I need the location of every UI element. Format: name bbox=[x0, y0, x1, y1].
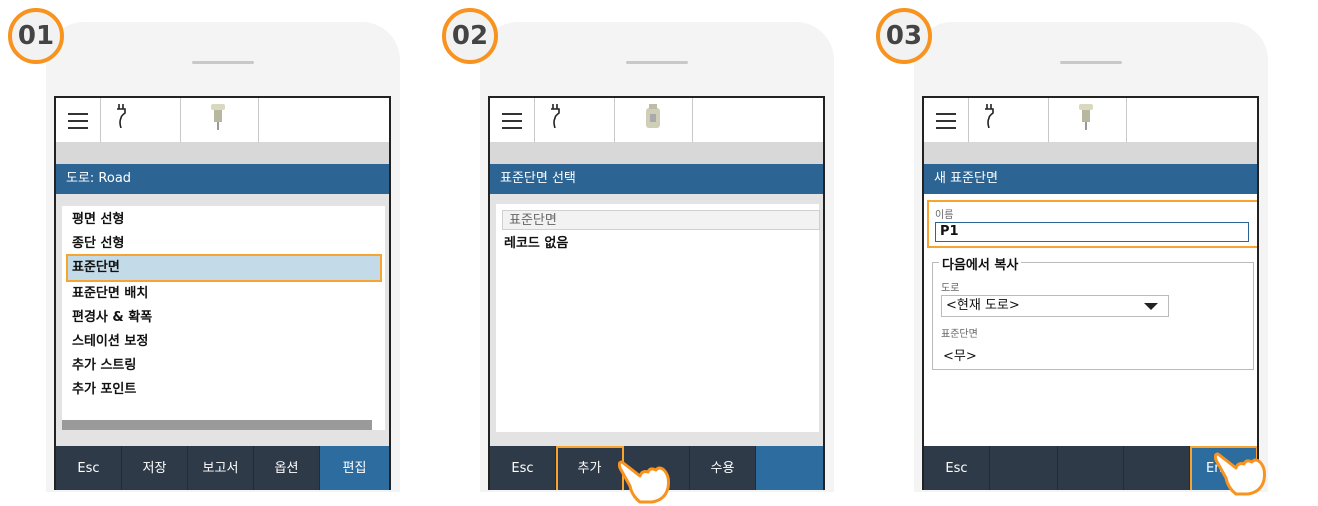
pointing-hand-icon bbox=[618, 460, 670, 504]
step-badge: 03 bbox=[876, 8, 932, 64]
step-panel-2: 02 표준단면 선택 표준단면 레코드 없음 Esc 추가 수용 bbox=[434, 0, 844, 506]
instrument-status[interactable] bbox=[180, 98, 259, 142]
bottom-button-bar: Esc 저장 보고서 옵션 편집 bbox=[56, 446, 389, 490]
list-item[interactable]: 표준단면 배치 bbox=[68, 282, 380, 306]
connection-status[interactable] bbox=[968, 98, 1049, 142]
sub-toolbar bbox=[924, 142, 1257, 164]
copy-from-group: 다음에서 복사 도로 <현재 도로> 표준단면 <무> bbox=[932, 254, 1254, 370]
step-badge: 01 bbox=[8, 8, 64, 64]
save-button[interactable]: 저장 bbox=[122, 446, 188, 490]
copy-from-title: 다음에서 복사 bbox=[939, 254, 1022, 273]
empty-button[interactable] bbox=[1058, 446, 1124, 490]
menu-button[interactable] bbox=[490, 98, 535, 142]
receiver-icon bbox=[646, 104, 660, 128]
status-toolbar bbox=[924, 98, 1257, 143]
step-panel-1: 01 도로: Road 평면 선형 종단 선형 표준단면 표준단면 배치 편경사… bbox=[0, 0, 410, 506]
device-screen: 표준단면 선택 표준단면 레코드 없음 Esc 추가 수용 bbox=[488, 96, 825, 490]
phone-frame: 새 표준단면 이름 P1 다음에서 복사 도로 <현재 도로> 표준단면 <무> bbox=[914, 22, 1268, 492]
bottom-button-bar: Esc Enter bbox=[924, 446, 1257, 490]
pointing-hand-icon bbox=[1214, 452, 1266, 496]
add-button[interactable]: 추가 bbox=[556, 446, 624, 490]
road-menu-list: 평면 선형 종단 선형 표준단면 표준단면 배치 편경사 & 확폭 스테이션 보… bbox=[62, 206, 385, 430]
receiver-icon bbox=[1079, 104, 1093, 130]
menu-button[interactable] bbox=[56, 98, 101, 142]
blank-blue-button[interactable] bbox=[756, 446, 823, 490]
speaker-icon bbox=[192, 61, 254, 64]
esc-button[interactable]: Esc bbox=[924, 446, 990, 490]
screen-title: 새 표준단면 bbox=[924, 164, 1257, 194]
instrument-status[interactable] bbox=[614, 98, 693, 142]
step-badge: 02 bbox=[442, 8, 498, 64]
accept-button[interactable]: 수용 bbox=[690, 446, 756, 490]
road-select[interactable]: <현재 도로> bbox=[941, 295, 1169, 317]
device-screen: 도로: Road 평면 선형 종단 선형 표준단면 표준단면 배치 편경사 & … bbox=[54, 96, 391, 490]
screen-body: 이름 P1 다음에서 복사 도로 <현재 도로> 표준단면 <무> bbox=[924, 194, 1257, 446]
list-item[interactable]: 종단 선형 bbox=[68, 232, 380, 256]
phone-frame: 표준단면 선택 표준단면 레코드 없음 Esc 추가 수용 bbox=[480, 22, 834, 492]
list-item[interactable]: 스테이션 보정 bbox=[68, 330, 380, 354]
list-item-selected[interactable]: 표준단면 bbox=[66, 254, 382, 282]
menu-icon bbox=[68, 113, 88, 134]
name-label: 이름 bbox=[935, 210, 954, 221]
menu-icon bbox=[936, 113, 956, 134]
list-item[interactable]: 편경사 & 확폭 bbox=[68, 306, 380, 330]
empty-message: 레코드 없음 bbox=[504, 236, 569, 251]
phone-frame: 도로: Road 평면 선형 종단 선형 표준단면 표준단면 배치 편경사 & … bbox=[46, 22, 400, 492]
sub-toolbar bbox=[490, 142, 823, 164]
template-list: 표준단면 레코드 없음 bbox=[496, 204, 820, 432]
screen-title: 표준단면 선택 bbox=[490, 164, 823, 194]
menu-icon bbox=[502, 113, 522, 134]
options-button[interactable]: 옵션 bbox=[254, 446, 320, 490]
edit-button[interactable]: 편집 bbox=[320, 446, 389, 490]
template-value: <무> bbox=[943, 349, 977, 364]
template-label: 표준단면 bbox=[941, 329, 978, 340]
horizontal-scrollbar[interactable] bbox=[62, 420, 372, 430]
connection-status[interactable] bbox=[100, 98, 181, 142]
status-toolbar bbox=[490, 98, 823, 143]
plug-icon bbox=[117, 104, 126, 128]
name-input[interactable]: P1 bbox=[935, 222, 1249, 242]
receiver-icon bbox=[211, 104, 225, 130]
plug-icon bbox=[985, 104, 994, 128]
list-item[interactable]: 평면 선형 bbox=[68, 208, 380, 232]
menu-button[interactable] bbox=[924, 98, 969, 142]
instrument-status[interactable] bbox=[1048, 98, 1127, 142]
empty-button[interactable] bbox=[990, 446, 1058, 490]
screen-body: 평면 선형 종단 선형 표준단면 표준단면 배치 편경사 & 확폭 스테이션 보… bbox=[56, 194, 389, 446]
screen-title: 도로: Road bbox=[56, 164, 389, 194]
road-select-value: <현재 도로> bbox=[946, 298, 1020, 313]
list-item[interactable]: 추가 스트링 bbox=[68, 354, 380, 378]
status-toolbar bbox=[56, 98, 389, 143]
speaker-icon bbox=[626, 61, 688, 64]
screen-body: 표준단면 레코드 없음 bbox=[490, 194, 823, 446]
step-panel-3: 03 새 표준단면 이름 P1 다음에서 복사 도로 <현재 도로> 표준단면 … bbox=[868, 0, 1278, 506]
esc-button[interactable]: Esc bbox=[490, 446, 556, 490]
list-item[interactable]: 추가 포인트 bbox=[68, 378, 380, 402]
speaker-icon bbox=[1060, 61, 1122, 64]
road-label: 도로 bbox=[941, 283, 960, 294]
plug-icon bbox=[551, 104, 560, 128]
device-screen: 새 표준단면 이름 P1 다음에서 복사 도로 <현재 도로> 표준단면 <무> bbox=[922, 96, 1259, 490]
column-header: 표준단면 bbox=[502, 210, 820, 230]
esc-button[interactable]: Esc bbox=[56, 446, 122, 490]
empty-button[interactable] bbox=[1124, 446, 1190, 490]
dropdown-caret-icon bbox=[1144, 303, 1158, 310]
connection-status[interactable] bbox=[534, 98, 615, 142]
report-button[interactable]: 보고서 bbox=[188, 446, 254, 490]
name-field-group: 이름 P1 bbox=[927, 200, 1257, 248]
sub-toolbar bbox=[56, 142, 389, 164]
